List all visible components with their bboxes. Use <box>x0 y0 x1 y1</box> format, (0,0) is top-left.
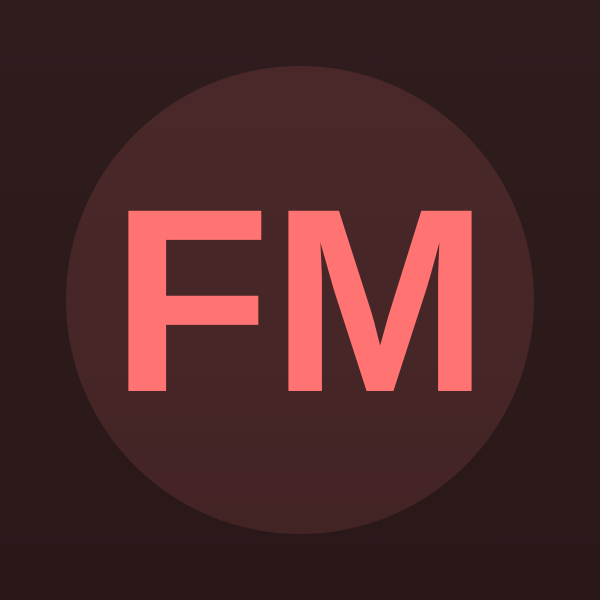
avatar-initials: FM <box>110 154 490 447</box>
avatar: FM <box>66 66 534 534</box>
